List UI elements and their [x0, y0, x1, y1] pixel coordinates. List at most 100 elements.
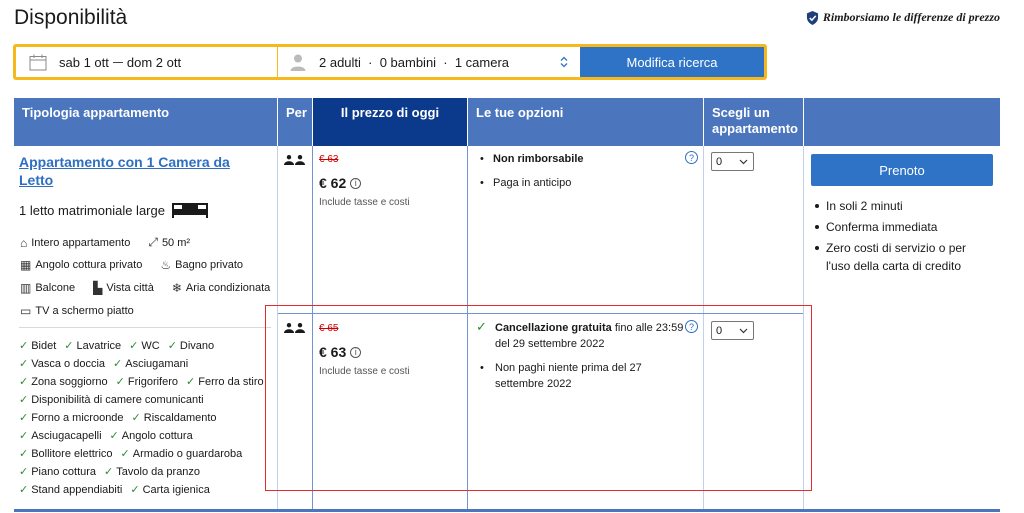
header-room-type: Tipologia appartamento [14, 98, 277, 146]
date-separator [112, 61, 123, 63]
checkmark-icon: ✓ [19, 430, 29, 442]
tax-note: Include tasse e costi [319, 197, 410, 208]
checkmark-icon: ✓ [104, 466, 114, 478]
kitchen-icon: ▦ [20, 258, 32, 272]
facility-city-view: Vista città [106, 282, 154, 294]
price-value: € 63 [319, 344, 347, 360]
amenity-item: Asciugamani [125, 358, 189, 370]
help-icon[interactable]: ? [685, 151, 698, 164]
checkmark-icon: ✓ [131, 412, 141, 424]
amenity-item: Asciugacapelli [31, 430, 102, 442]
search-bar: sab 1 ott dom 2 ott 2 adulti · 0 bambini… [13, 44, 767, 80]
table-bottom-border [14, 509, 1000, 512]
modify-search-button[interactable]: Modifica ricerca [580, 47, 764, 77]
current-price: € 63 i [319, 344, 362, 360]
price-match-note[interactable]: Rimborsiamo le differenze di prezzo [806, 10, 1000, 25]
amenity-row: ✓ Asciugacapelli ✓ Angolo cottura [19, 429, 201, 442]
checkmark-icon: ✓ [120, 448, 130, 460]
checkmark-icon: ✓ [115, 376, 125, 388]
checkmark-icon: ✓ [19, 358, 29, 370]
checkmark-icon: ✓ [186, 376, 196, 388]
checkout-date: dom 2 ott [126, 54, 182, 70]
amenity-item: WC [141, 340, 160, 352]
amenity-item: Vasca o doccia [31, 358, 106, 370]
facility-size: 50 m² [161, 236, 191, 249]
current-price: € 62 i [319, 175, 362, 191]
perk-item: Conferma immediata [815, 218, 990, 236]
facility-tv: TV a schermo piatto [35, 305, 134, 317]
home-icon: ⌂ [20, 235, 28, 250]
person-icon [290, 54, 306, 71]
option-title: Cancellazione gratuita [495, 322, 612, 334]
select-value: 0 [716, 155, 723, 168]
info-icon[interactable]: i [350, 346, 362, 358]
bullet-dot: • [480, 362, 484, 374]
amenity-item: Stand appendiabiti [31, 484, 123, 496]
tv-icon: ▭ [20, 304, 32, 318]
price-value: € 62 [319, 175, 347, 191]
header-blank [804, 98, 1000, 146]
facility-whole: Intero appartamento [31, 236, 131, 249]
shield-check-icon [806, 10, 818, 25]
checkmark-icon: ✓ [113, 358, 123, 370]
checkmark-icon: ✓ [19, 412, 29, 424]
guests-selector[interactable]: 2 adulti · 0 bambini · 1 camera [278, 47, 580, 77]
perk-item: In soli 2 minuti [815, 197, 990, 215]
header-per: Per [278, 98, 312, 146]
room-quantity-select[interactable]: 0 [711, 321, 754, 340]
chevron-down-icon [739, 328, 748, 334]
col-divider [803, 146, 804, 509]
amenity-item: Angolo cottura [121, 430, 193, 442]
header-choose: Scegli un appartamento [704, 98, 803, 146]
tax-note: Include tasse e costi [319, 366, 410, 377]
guests-summary: 2 adulti · 0 bambini · 1 camera [319, 54, 510, 70]
info-icon[interactable]: i [350, 177, 362, 189]
amenity-item: Ferro da stiro [198, 376, 264, 388]
checkmark-icon: ✓ [109, 430, 119, 442]
header-options: Le tue opzioni [468, 98, 703, 146]
col-divider [703, 146, 704, 509]
amenity-item: Bidet [31, 340, 57, 352]
amenity-item: Zona soggiorno [31, 376, 108, 388]
facility-divider [19, 327, 271, 328]
perk-item: Zero costi di servizio o per l'uso della… [815, 239, 990, 275]
option-sub: Paga in anticipo [493, 177, 572, 189]
room-quantity-select[interactable]: 0 [711, 152, 754, 171]
facility-row: ▥ Balcone ▙ Vista città ❄ Aria condizionata [20, 281, 270, 295]
updown-chevron-icon [560, 56, 568, 68]
amenity-item: Tavolo da pranzo [116, 466, 201, 478]
facility-balcony: Balcone [35, 282, 76, 294]
amenity-row: ✓ Zona soggiorno ✓ Frigorifero ✓ Ferro da sti… [19, 375, 272, 388]
balcony-icon: ▥ [20, 281, 32, 295]
checkmark-icon: ✓ [19, 394, 29, 406]
row-divider [278, 313, 803, 314]
chevron-down-icon [739, 159, 748, 165]
amenity-item: Lavatrice [76, 340, 122, 352]
select-value: 0 [716, 324, 723, 337]
checkmark-icon: ✓ [19, 448, 29, 460]
bed-info: 1 letto matrimoniale large [19, 202, 209, 218]
col-divider [312, 146, 313, 509]
amenity-row: ✓ Piano cottura ✓ Tavolo da pranzo [19, 465, 208, 478]
book-button[interactable]: Prenoto [811, 154, 993, 186]
amenity-row: ✓ Bidet ✓ Lavatrice ✓ WC ✓ Divano [19, 339, 222, 352]
amenity-item: Frigorifero [127, 376, 179, 388]
date-picker[interactable]: sab 1 ott dom 2 ott [16, 47, 278, 77]
checkmark-icon: ✓ [129, 340, 139, 352]
booking-perks: In soli 2 minuti Conferma immediata Zero… [815, 197, 990, 278]
shower-icon: ♨ [160, 258, 172, 272]
amenity-row: ✓ Stand appendiabiti ✓ Carta igienica [19, 483, 218, 496]
bed-icon [171, 203, 208, 218]
amenity-row: ✓ Vasca o doccia ✓ Asciugamani [19, 357, 196, 370]
two-guests-icon [284, 323, 305, 333]
facility-row: ⌂ Intero appartamento ⤢ 50 m² [20, 235, 190, 250]
room-name-link[interactable]: Appartamento con 1 Camera da Letto [19, 153, 259, 189]
facility-row: ▭ TV a schermo piatto [20, 304, 134, 318]
col-divider [277, 146, 278, 509]
city-icon: ▙ [93, 281, 103, 295]
help-icon[interactable]: ? [685, 320, 698, 333]
checkmark-icon: ✓ [476, 319, 487, 334]
checkmark-icon: ✓ [19, 484, 29, 496]
snowflake-icon: ❄ [171, 281, 182, 295]
checkmark-icon: ✓ [130, 484, 140, 496]
